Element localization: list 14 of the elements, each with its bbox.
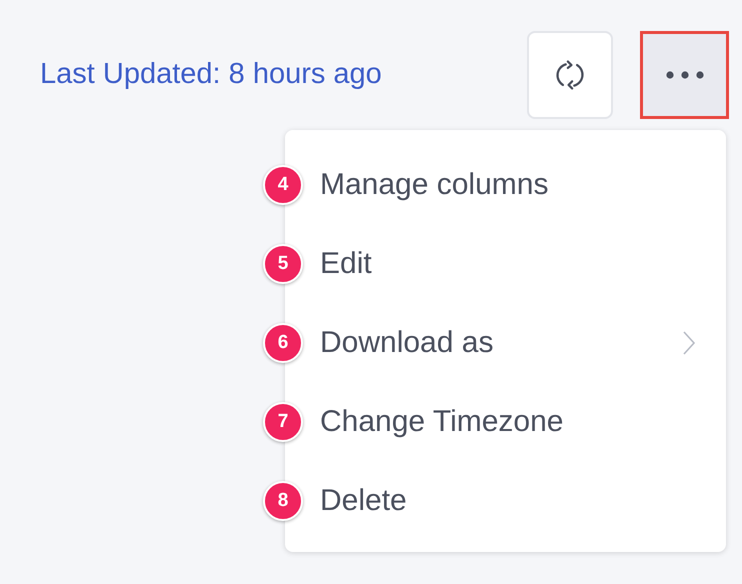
menu-item[interactable]: Manage columns	[320, 162, 696, 207]
menu-item[interactable]: Download as	[320, 320, 696, 365]
more-icon	[664, 70, 704, 80]
step-badge: 4	[263, 165, 303, 205]
menu-item[interactable]: Edit	[320, 241, 696, 286]
menu-item[interactable]: Delete	[320, 478, 696, 523]
step-badge: 7	[263, 402, 303, 442]
last-updated-link[interactable]: Last Updated: 8 hours ago	[40, 53, 382, 97]
step-badge: 5	[263, 244, 303, 284]
step-badge: 6	[263, 323, 303, 363]
step-badge: 8	[263, 481, 303, 521]
refresh-button[interactable]	[527, 31, 613, 119]
more-button[interactable]	[640, 31, 729, 119]
menu-item[interactable]: Change Timezone	[320, 399, 696, 444]
